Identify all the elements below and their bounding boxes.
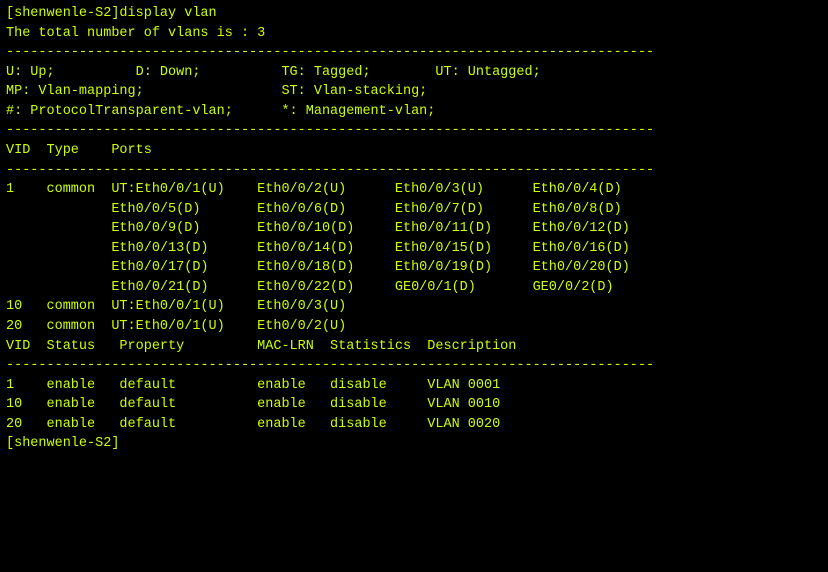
terminal-line-9: VID Type Ports <box>6 141 822 161</box>
terminal-line-11: 1 common UT:Eth0/0/1(U) Eth0/0/2(U) Eth0… <box>6 180 822 200</box>
terminal-line-1: The total number of vlans is : 3 <box>6 24 822 44</box>
terminal-line-16: Eth0/0/21(D) Eth0/0/22(D) GE0/0/1(D) GE0… <box>6 278 822 298</box>
terminal-line-27: 10 enable default enable disable VLAN 00… <box>6 395 822 415</box>
terminal-line-12: Eth0/0/5(D) Eth0/0/6(D) Eth0/0/7(D) Eth0… <box>6 200 822 220</box>
terminal-line-14: Eth0/0/13(D) Eth0/0/14(D) Eth0/0/15(D) E… <box>6 239 822 259</box>
terminal-line-20: 20 common UT:Eth0/0/1(U) Eth0/0/2(U) <box>6 317 822 337</box>
terminal-line-26: 1 enable default enable disable VLAN 000… <box>6 376 822 396</box>
terminal-line-24: ----------------------------------------… <box>6 356 822 376</box>
terminal-line-4: U: Up; D: Down; TG: Tagged; UT: Untagged… <box>6 63 822 83</box>
terminal-line-2: ----------------------------------------… <box>6 43 822 63</box>
terminal-output: [shenwenle-S2]display vlanThe total numb… <box>6 4 822 568</box>
terminal-line-10: ----------------------------------------… <box>6 161 822 181</box>
terminal-line-0: [shenwenle-S2]display vlan <box>6 4 822 24</box>
terminal-line-13: Eth0/0/9(D) Eth0/0/10(D) Eth0/0/11(D) Et… <box>6 219 822 239</box>
terminal-line-15: Eth0/0/17(D) Eth0/0/18(D) Eth0/0/19(D) E… <box>6 258 822 278</box>
terminal-line-7: ----------------------------------------… <box>6 121 822 141</box>
terminal-line-23: VID Status Property MAC-LRN Statistics D… <box>6 337 822 357</box>
terminal-line-28: 20 enable default enable disable VLAN 00… <box>6 415 822 435</box>
terminal-line-5: MP: Vlan-mapping; ST: Vlan-stacking; <box>6 82 822 102</box>
terminal-line-6: #: ProtocolTransparent-vlan; *: Manageme… <box>6 102 822 122</box>
terminal-line-29: [shenwenle-S2] <box>6 434 822 454</box>
terminal-line-18: 10 common UT:Eth0/0/1(U) Eth0/0/3(U) <box>6 297 822 317</box>
